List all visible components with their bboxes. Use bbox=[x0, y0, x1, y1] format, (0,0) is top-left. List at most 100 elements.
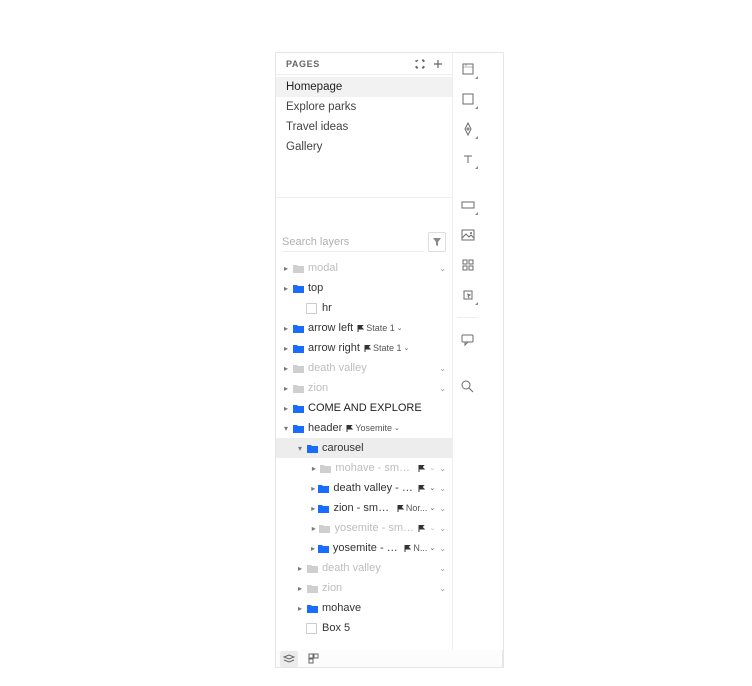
page-list: Homepage Explore parks Travel ideas Gall… bbox=[276, 75, 452, 198]
state-tag[interactable]: ⌄ bbox=[418, 524, 435, 532]
layer-row[interactable]: ▾header Yosemite ⌄ bbox=[276, 418, 452, 438]
page-item-homepage[interactable]: Homepage bbox=[276, 77, 452, 97]
layer-row[interactable]: ▸yosemite - small ... N... ⌄⌄ bbox=[276, 538, 452, 558]
chevron-down-icon[interactable]: ⌄ bbox=[439, 564, 446, 573]
folder-icon bbox=[292, 342, 304, 354]
add-page-icon[interactable] bbox=[430, 56, 446, 72]
folder-icon bbox=[292, 322, 304, 334]
interaction-tool-icon[interactable] bbox=[456, 283, 480, 307]
square-tool-icon[interactable] bbox=[456, 87, 480, 111]
chevron-down-icon[interactable]: ⌄ bbox=[439, 544, 446, 553]
layer-label: mohave bbox=[322, 602, 361, 614]
component-tool-icon[interactable] bbox=[456, 253, 480, 277]
layer-row[interactable]: ▸modal⌄ bbox=[276, 258, 452, 278]
chevron-down-icon[interactable]: ⌄ bbox=[439, 504, 446, 513]
chevron-down-icon[interactable]: ⌄ bbox=[439, 384, 446, 393]
page-item-travel-ideas[interactable]: Travel ideas bbox=[276, 117, 452, 137]
folder-icon bbox=[292, 402, 304, 414]
chevron-down-icon[interactable]: ⌄ bbox=[439, 364, 446, 373]
layer-label: hr bbox=[322, 302, 332, 314]
layer-row[interactable]: ▸ zion - small b... Nor... ⌄ ⌄ bbox=[276, 498, 452, 518]
layer-row[interactable]: ▸ mohave bbox=[276, 598, 452, 618]
text-tool-icon[interactable] bbox=[456, 147, 480, 171]
chevron-icon[interactable]: ▾ bbox=[282, 424, 290, 433]
checkbox-icon bbox=[306, 303, 317, 314]
chevron-icon[interactable]: ▸ bbox=[310, 524, 317, 533]
chevron-down-icon[interactable]: ⌄ bbox=[439, 464, 446, 473]
state-tag[interactable]: Nor... ⌄ bbox=[397, 503, 435, 513]
expand-icon[interactable] bbox=[412, 56, 428, 72]
chevron-icon[interactable]: ▸ bbox=[282, 264, 290, 273]
layer-row[interactable]: ▸ death valley ⌄ bbox=[276, 558, 452, 578]
page-label: Explore parks bbox=[286, 101, 356, 113]
chevron-down-icon[interactable]: ⌄ bbox=[439, 484, 446, 493]
chevron-icon[interactable]: ▸ bbox=[310, 504, 316, 513]
folder-icon bbox=[306, 582, 318, 594]
chevron-down-icon[interactable]: ⌄ bbox=[439, 584, 446, 593]
layer-label: zion - small b... bbox=[333, 502, 392, 514]
chevron-icon[interactable]: ▸ bbox=[282, 384, 290, 393]
chevron-icon[interactable]: ▸ bbox=[296, 584, 304, 593]
assets-tab-icon[interactable] bbox=[304, 651, 322, 667]
layer-row[interactable]: ▸ arrow right State 1 ⌄ bbox=[276, 338, 452, 358]
comment-tool-icon[interactable] bbox=[456, 328, 480, 352]
chevron-icon[interactable]: ▸ bbox=[310, 544, 316, 553]
state-tag[interactable]: ⌄ bbox=[418, 484, 435, 492]
layer-label: arrow right bbox=[308, 342, 360, 354]
layer-row[interactable]: ▸ zion ⌄ bbox=[276, 378, 452, 398]
layer-label: zion bbox=[308, 382, 328, 394]
layer-label: death valley bbox=[322, 562, 381, 574]
page-label: Homepage bbox=[286, 81, 342, 93]
chevron-icon[interactable]: ▸ bbox=[310, 464, 318, 473]
state-tag[interactable]: N... ⌄ bbox=[404, 543, 435, 553]
layer-row[interactable]: ▾ carousel bbox=[276, 438, 452, 458]
pages-header: PAGES bbox=[276, 53, 452, 75]
image-tool-icon[interactable] bbox=[456, 223, 480, 247]
layer-label: arrow left bbox=[308, 322, 353, 334]
layer-row[interactable]: Box 5 bbox=[276, 618, 452, 638]
folder-icon bbox=[306, 602, 318, 614]
chevron-icon[interactable]: ▸ bbox=[282, 324, 290, 333]
layer-row[interactable]: ▸ death valley ⌄ bbox=[276, 358, 452, 378]
search-tool-icon[interactable] bbox=[456, 374, 480, 398]
page-item-gallery[interactable]: Gallery bbox=[276, 137, 452, 157]
page-label: Travel ideas bbox=[286, 121, 348, 133]
page-label: Gallery bbox=[286, 141, 322, 153]
layer-label: carousel bbox=[322, 442, 364, 454]
layer-row[interactable]: ▸mohave - smal... ⌄⌄ bbox=[276, 458, 452, 478]
state-tag[interactable]: Yosemite ⌄ bbox=[346, 423, 400, 433]
input-tool-icon[interactable] bbox=[456, 193, 480, 217]
chevron-icon[interactable]: ▸ bbox=[282, 364, 290, 373]
layers-tab-icon[interactable] bbox=[280, 651, 298, 667]
layer-row[interactable]: ▸death valley - smal... ⌄⌄ bbox=[276, 478, 452, 498]
layers-tree: ▸modal⌄▸tophr▸arrow left State 1 ⌄▸arrow… bbox=[276, 256, 452, 667]
page-item-explore-parks[interactable]: Explore parks bbox=[276, 97, 452, 117]
layer-row[interactable]: ▸ top bbox=[276, 278, 452, 298]
search-input[interactable] bbox=[282, 232, 424, 252]
folder-icon bbox=[292, 262, 304, 274]
layer-row[interactable]: ▸ zion ⌄ bbox=[276, 578, 452, 598]
chevron-icon[interactable]: ▸ bbox=[282, 404, 290, 413]
pen-tool-icon[interactable] bbox=[456, 117, 480, 141]
layer-label: zion bbox=[322, 582, 342, 594]
state-tag[interactable]: State 1 ⌄ bbox=[357, 323, 402, 333]
chevron-icon[interactable]: ▸ bbox=[310, 484, 316, 493]
state-tag[interactable]: State 1 ⌄ bbox=[364, 343, 409, 353]
chevron-down-icon[interactable]: ⌄ bbox=[439, 524, 446, 533]
layer-label: Box 5 bbox=[322, 622, 350, 634]
chevron-icon[interactable]: ▸ bbox=[296, 564, 304, 573]
state-tag[interactable]: ⌄ bbox=[418, 464, 435, 472]
layer-row[interactable]: ▸COME AND EXPLORE bbox=[276, 398, 452, 418]
filter-icon[interactable] bbox=[428, 232, 446, 252]
layer-row[interactable]: hr bbox=[276, 298, 452, 318]
chevron-icon[interactable]: ▸ bbox=[282, 284, 290, 293]
chevron-icon[interactable]: ▸ bbox=[282, 344, 290, 353]
layer-label: top bbox=[308, 282, 323, 294]
frame-tool-icon[interactable] bbox=[456, 57, 480, 81]
layer-row[interactable]: ▸ arrow left State 1 ⌄ bbox=[276, 318, 452, 338]
chevron-icon[interactable]: ▾ bbox=[296, 444, 304, 453]
layer-label: death valley bbox=[308, 362, 367, 374]
chevron-down-icon[interactable]: ⌄ bbox=[439, 264, 446, 273]
layer-row[interactable]: ▸yosemite - smal... ⌄⌄ bbox=[276, 518, 452, 538]
chevron-icon[interactable]: ▸ bbox=[296, 604, 304, 613]
